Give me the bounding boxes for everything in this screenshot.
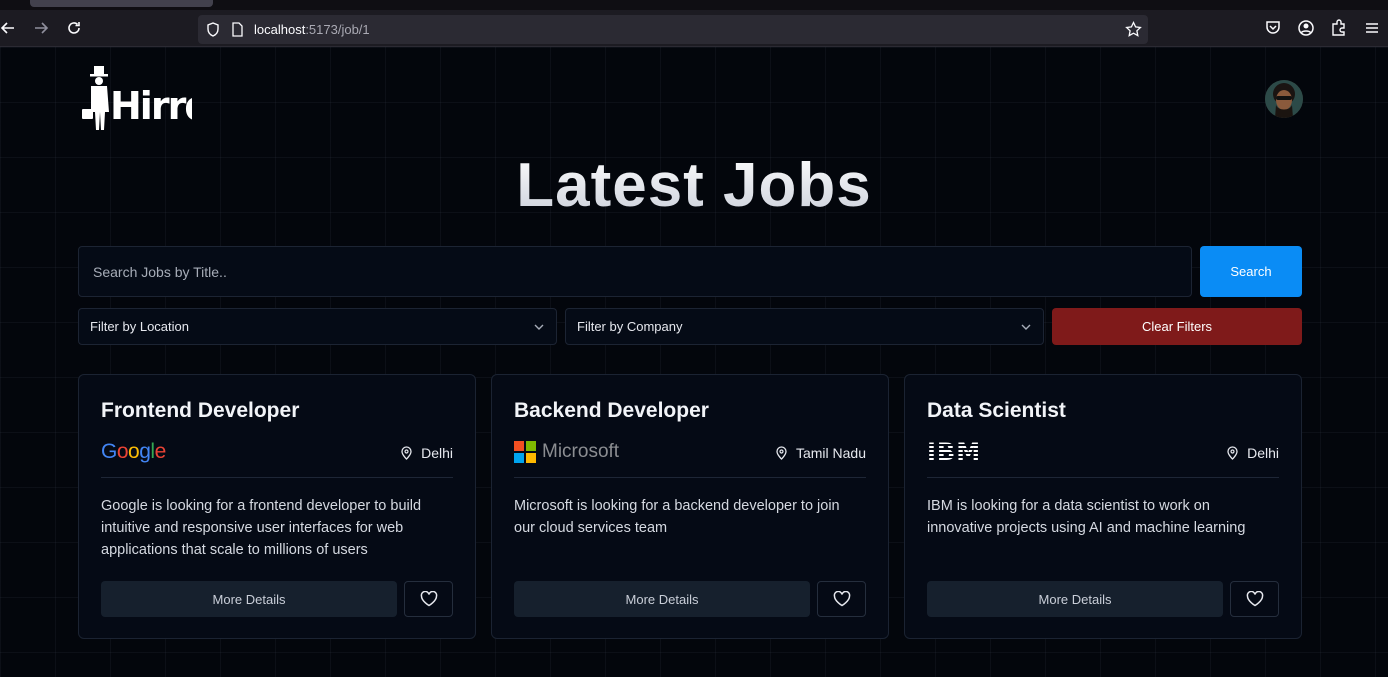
- map-pin-icon: [1227, 446, 1238, 460]
- url-host: localhost: [254, 22, 306, 37]
- company-filter-label: Filter by Company: [577, 319, 683, 334]
- heart-icon: [420, 591, 437, 607]
- heart-icon: [1246, 591, 1263, 607]
- location-filter-label: Filter by Location: [90, 319, 189, 334]
- page: Hirrd Latest Jobs Search Filter by Locat…: [0, 47, 1388, 677]
- job-description: IBM is looking for a data scientist to w…: [927, 498, 1246, 536]
- job-card: Backend Developer Microsoft Tamil Nadu M…: [491, 374, 889, 639]
- microsoft-wordmark: Microsoft: [542, 441, 620, 462]
- company-logo: Google: [101, 439, 166, 465]
- url-path: :5173/job/1: [305, 22, 370, 37]
- location-filter-select[interactable]: Filter by Location: [78, 308, 557, 345]
- more-details-button[interactable]: More Details: [927, 581, 1223, 617]
- map-pin-icon: [401, 446, 412, 460]
- save-job-button[interactable]: [1230, 581, 1279, 617]
- reload-icon[interactable]: [63, 17, 85, 39]
- microsoft-logo: Microsoft: [514, 441, 619, 463]
- page-title: Latest Jobs: [0, 150, 1388, 221]
- menu-icon[interactable]: [1363, 19, 1381, 37]
- job-location: Tamil Nadu: [775, 445, 866, 461]
- back-arrow-icon[interactable]: [0, 17, 19, 39]
- brand-logo[interactable]: Hirrd: [80, 65, 212, 133]
- job-location-text: Tamil Nadu: [795, 445, 866, 461]
- job-description: Google is looking for a frontend develop…: [101, 498, 422, 558]
- card-divider: [927, 477, 1279, 478]
- google-logo: Google: [101, 440, 166, 463]
- job-title: Backend Developer: [514, 399, 709, 422]
- job-title: Frontend Developer: [101, 399, 300, 422]
- star-icon[interactable]: [1125, 21, 1142, 38]
- job-card: Data Scientist IBM Delhi IBM is looking …: [904, 374, 1302, 639]
- company-logo: IBM: [927, 438, 982, 466]
- map-pin-icon: [776, 446, 787, 460]
- pocket-icon[interactable]: [1264, 19, 1282, 37]
- avatar[interactable]: [1265, 80, 1303, 118]
- chevron-down-icon: [1021, 324, 1031, 330]
- more-details-button[interactable]: More Details: [101, 581, 397, 617]
- search-button[interactable]: Search: [1200, 246, 1302, 297]
- url-bar[interactable]: localhost:5173/job/1: [198, 15, 1148, 44]
- page-icon[interactable]: [231, 22, 244, 37]
- card-divider: [514, 477, 866, 478]
- job-title: Data Scientist: [927, 399, 1066, 422]
- shield-icon[interactable]: [206, 22, 220, 37]
- account-icon[interactable]: [1297, 19, 1315, 37]
- more-details-button[interactable]: More Details: [514, 581, 810, 617]
- save-job-button[interactable]: [817, 581, 866, 617]
- tab-strip: [0, 0, 1388, 10]
- forward-arrow-icon[interactable]: [30, 17, 52, 39]
- chevron-down-icon: [534, 324, 544, 330]
- job-description: Microsoft is looking for a backend devel…: [514, 498, 840, 536]
- job-location-text: Delhi: [1247, 445, 1279, 461]
- heart-icon: [833, 591, 850, 607]
- company-logo: Microsoft: [514, 439, 619, 465]
- url-text[interactable]: localhost:5173/job/1: [254, 22, 370, 37]
- job-card: Frontend Developer Google Delhi Google i…: [78, 374, 476, 639]
- save-job-button[interactable]: [404, 581, 453, 617]
- job-location: Delhi: [400, 445, 453, 461]
- clear-filters-button[interactable]: Clear Filters: [1052, 308, 1302, 345]
- search-input[interactable]: [78, 246, 1192, 297]
- browser-toolbar: localhost:5173/job/1: [0, 0, 1388, 47]
- browser-tab[interactable]: [30, 0, 213, 7]
- company-filter-select[interactable]: Filter by Company: [565, 308, 1044, 345]
- extensions-icon[interactable]: [1330, 19, 1348, 37]
- job-location: Delhi: [1226, 445, 1279, 461]
- brand-name: Hirrd: [110, 84, 192, 128]
- job-location-text: Delhi: [421, 445, 453, 461]
- ibm-logo: IBM: [927, 438, 982, 466]
- card-divider: [101, 477, 453, 478]
